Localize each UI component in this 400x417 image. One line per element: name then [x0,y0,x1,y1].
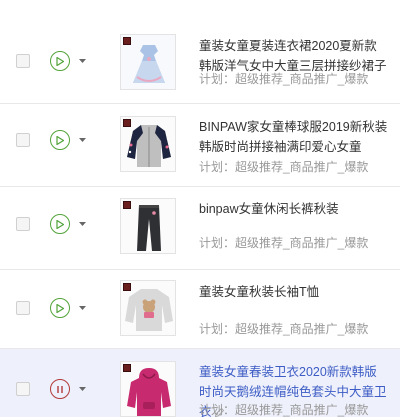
play-status-button[interactable] [50,298,70,318]
plan-label: 计划：超级推荐_商品推广_爆款 [199,160,369,174]
product-title[interactable]: BINPAW家女童棒球服2019新秋装韩版时尚拼接袖满印爱心女童 [199,117,389,157]
row-checkbox[interactable] [16,133,30,147]
product-thumbnail[interactable] [120,34,176,90]
row-checkbox[interactable] [16,54,30,68]
chevron-down-icon[interactable] [78,220,86,228]
brand-badge-icon [123,37,131,45]
chevron-down-icon[interactable] [78,304,86,312]
plan-label: 计划：超级推荐_商品推广_爆款 [199,72,369,86]
row-checkbox[interactable] [16,382,30,396]
chevron-down-icon[interactable] [78,385,86,393]
play-status-button[interactable] [50,130,70,150]
play-icon [56,56,64,66]
brand-badge-icon [123,119,131,127]
brand-badge-icon [123,283,131,291]
chevron-down-icon[interactable] [78,57,86,65]
chevron-down-icon[interactable] [78,136,86,144]
row-checkbox[interactable] [16,217,30,231]
play-icon [56,303,64,313]
plan-label: 计划：超级推荐_商品推广_爆款 [199,236,369,250]
play-status-button[interactable] [50,51,70,71]
brand-badge-icon [123,364,131,372]
product-list: 童装女童夏装连衣裙2020夏新款韩版洋气女中大童三层拼接纱裙子 计划：超级推荐_… [0,0,400,417]
table-row: binpaw女童休闲长裤秋装 计划：超级推荐_商品推广_爆款 [0,187,400,270]
play-icon [56,135,64,145]
product-title[interactable]: 童装女童夏装连衣裙2020夏新款韩版洋气女中大童三层拼接纱裙子 [199,36,389,76]
table-row: 童装女童夏装连衣裙2020夏新款韩版洋气女中大童三层拼接纱裙子 计划：超级推荐_… [0,0,400,104]
pause-icon [57,385,63,393]
pause-status-button[interactable] [50,379,70,399]
product-thumbnail[interactable] [120,116,176,172]
plan-label: 计划：超级推荐_商品推广_爆款 [199,322,369,336]
brand-badge-icon [123,201,131,209]
play-status-button[interactable] [50,214,70,234]
product-title[interactable]: 童装女童秋装长袖T恤 [199,282,389,302]
table-row: BINPAW家女童棒球服2019新秋装韩版时尚拼接袖满印爱心女童 计划：超级推荐… [0,104,400,187]
product-thumbnail[interactable] [120,280,176,336]
row-checkbox[interactable] [16,301,30,315]
plan-label: 计划：超级推荐_商品推广_爆款 [199,403,369,417]
table-row: 童装女童秋装长袖T恤 计划：超级推荐_商品推广_爆款 [0,270,400,349]
product-thumbnail[interactable] [120,198,176,254]
play-icon [56,219,64,229]
product-title[interactable]: binpaw女童休闲长裤秋装 [199,199,389,219]
product-thumbnail[interactable] [120,361,176,417]
table-row: 童装女童春装卫衣2020新款韩版时尚天鹅绒连帽纯色套头中大童卫衣 计划：超级推荐… [0,349,400,417]
